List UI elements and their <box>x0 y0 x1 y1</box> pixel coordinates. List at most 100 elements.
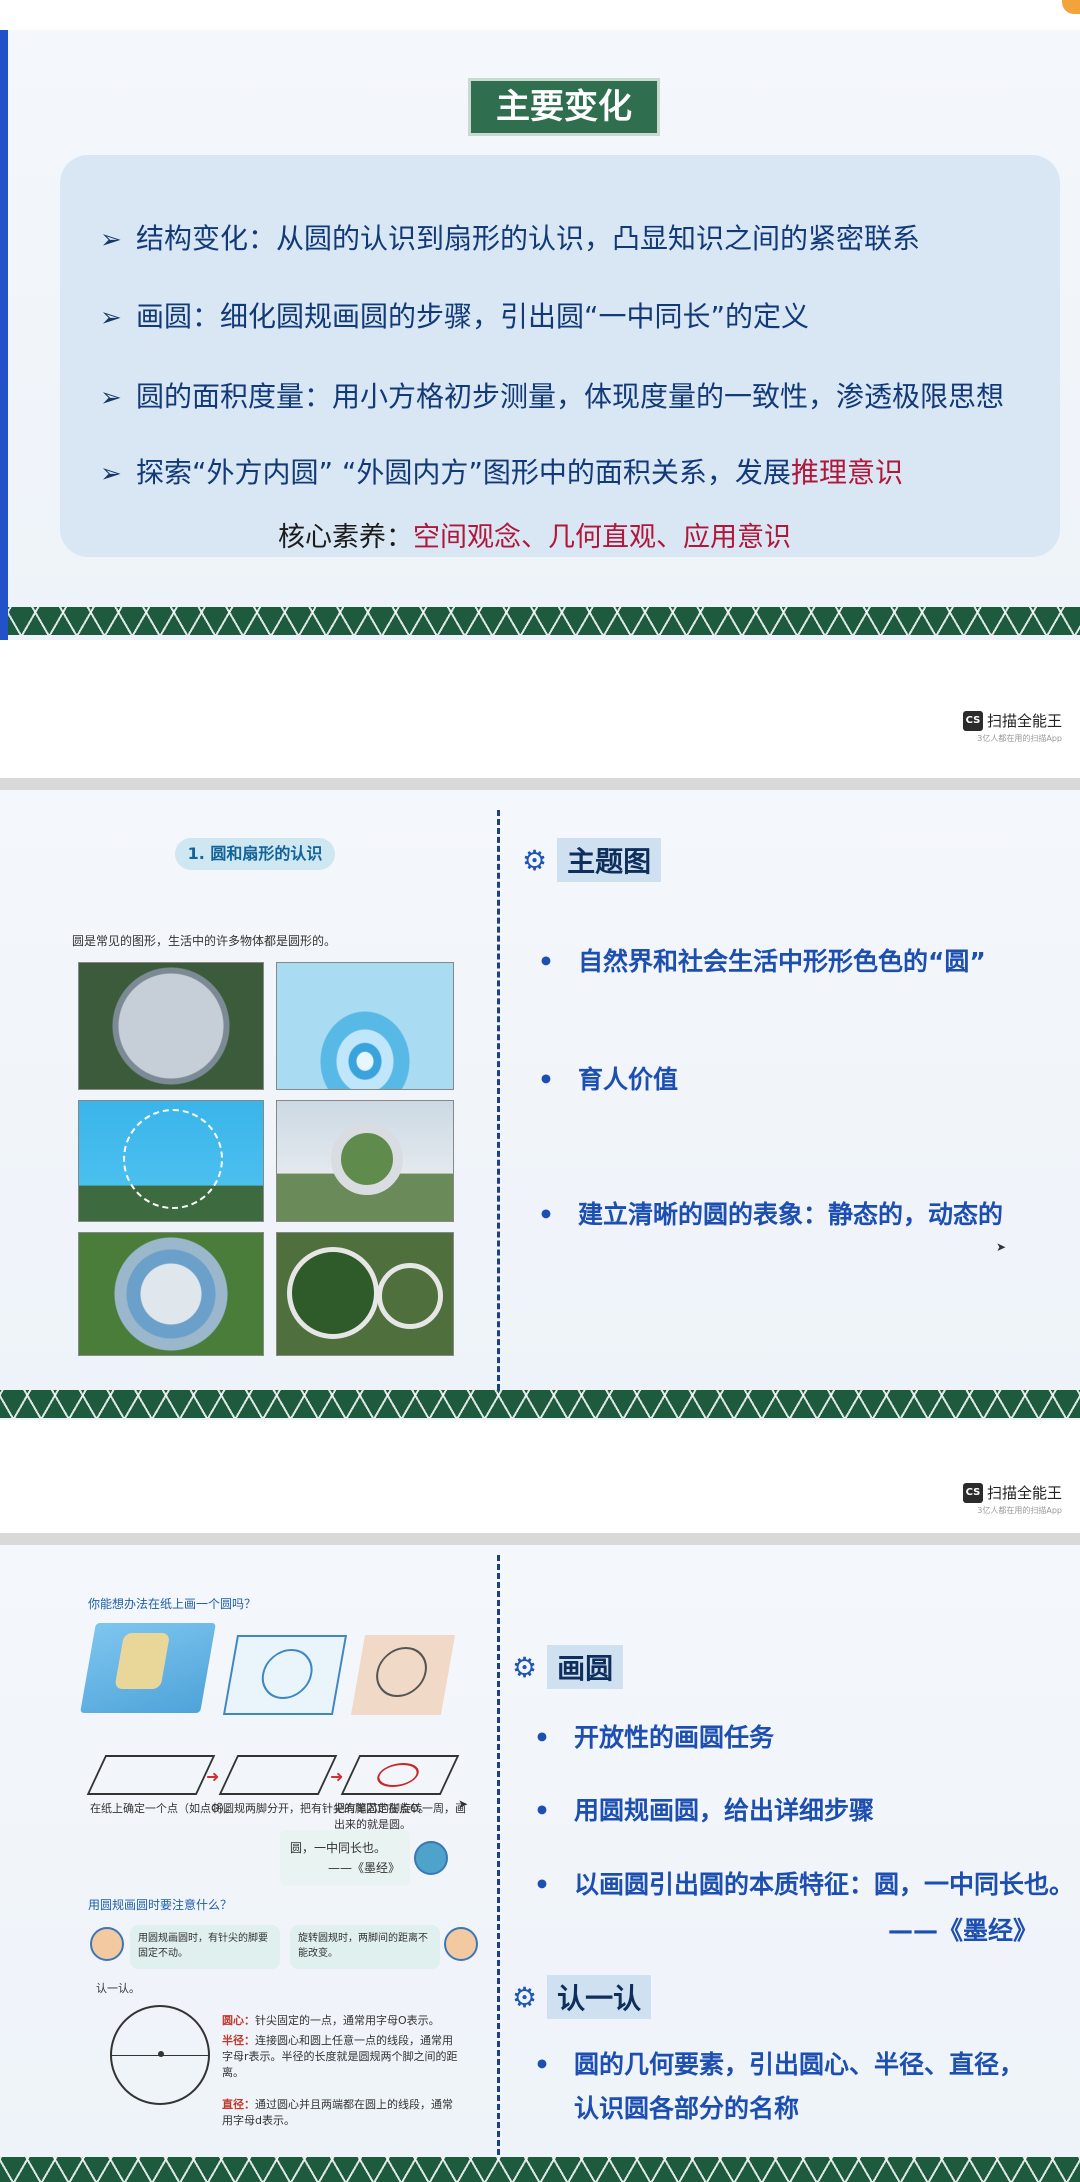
scanner-tagline: 3亿人都在用的扫描App <box>977 1506 1062 1515</box>
slide-theme-picture: 1. 圆和扇形的认识 圆是常见的图形，生活中的许多物体都是圆形的。 ⚙ 主题图 •… <box>0 790 1080 1420</box>
page-separator <box>0 778 1080 790</box>
decorative-band <box>8 607 1080 635</box>
illustration-compass <box>350 1635 456 1715</box>
list-item-text: 育人价值 <box>578 1065 679 1094</box>
arrow-right-icon: ➜ <box>206 1767 220 1786</box>
section-label: 认一认 <box>547 1975 652 2019</box>
photo-moon-gate <box>276 1100 454 1222</box>
bullet-panel: ➢ 结构变化：从圆的认识到扇形的认识，凸显知识之间的紧密联系 ➢ 画圆：细化圆规画圆… <box>60 155 1060 557</box>
speech-bubble-right: 旋转圆规时，两脚间的距离不能改变。 <box>290 1925 440 1969</box>
list-item: • 育人价值 <box>538 1060 678 1096</box>
def-radius-text: 连接圆心和圆上任意一点的线段，通常用字母r表示。半径的长度就是圆规两个脚之间的距… <box>222 2034 458 2079</box>
arrow-bullet-icon: ➢ <box>100 225 122 255</box>
dot-bullet-icon: • <box>538 1200 554 1229</box>
decorative-band <box>0 1390 1080 1418</box>
bullet-text: 结构变化：从圆的认识到扇形的认识，凸显知识之间的紧密联系 <box>136 222 921 255</box>
top-margin <box>0 0 1080 30</box>
photo-water-drop <box>276 962 454 1090</box>
list-item-text-continuation: 认识圆各部分的名称 <box>574 2094 800 2123</box>
scanner-name: 扫描全能王 <box>986 712 1062 730</box>
drawn-circle <box>372 1763 424 1787</box>
slide-title-box: 主要变化 <box>468 78 660 136</box>
step-3-paper <box>340 1755 460 1795</box>
dot-bullet-icon: • <box>538 947 554 976</box>
core-literacy-line: 核心素养：空间观念、几何直观、应用意识 <box>278 515 791 554</box>
scanner-watermark: CS 扫描全能王 3亿人都在用的扫描App <box>962 1482 1062 1516</box>
know-label: 认一认。 <box>96 1982 140 1995</box>
avatar <box>444 1927 478 1961</box>
bullet-draw-circle: ➢ 画圆：细化圆规画圆的步骤，引出圆“一中同长”的定义 <box>100 295 809 335</box>
list-item-text: 用圆规画圆，给出详细步骤 <box>574 1796 875 1825</box>
page-gap: CS 扫描全能王 3亿人都在用的扫描App <box>0 1420 1080 1545</box>
scanner-logo-icon: CS <box>962 710 983 731</box>
quote-source: ——《墨经》 <box>327 1861 400 1875</box>
list-item: • 以画圆引出圆的本质特征：圆，一中同长也。 <box>534 1865 1074 1901</box>
photo-roundabout <box>78 1232 264 1356</box>
scanner-watermark: CS 扫描全能王 3亿人都在用的扫描App <box>962 710 1062 744</box>
dot-bullet-icon: • <box>538 1065 554 1094</box>
list-item-text: 开放性的画圆任务 <box>574 1723 775 1752</box>
slide-draw-circle: 你能想办法在纸上画一个圆吗？ ➜ ➜ 在纸上确定一个点（如点O）。 将圆规两脚分… <box>0 1545 1080 2182</box>
definition-diameter: 直径：通过圆心并且两端都在圆上的线段，通常用字母d表示。 <box>222 2097 462 2129</box>
dot-bullet-icon: • <box>534 1723 550 1752</box>
list-item-text: 圆的几何要素，引出圆心、半径、直径， <box>574 2050 1025 2079</box>
definition-center: 圆心：针尖固定的一点，通常用字母O表示。 <box>222 2013 462 2029</box>
gate-circle <box>331 1123 403 1195</box>
gear-icon: ⚙ <box>512 1650 538 1684</box>
cursor-icon: ➤ <box>458 1797 469 1811</box>
decorative-band <box>0 2157 1080 2182</box>
textbook-caption: 圆是常见的图形，生活中的许多物体都是圆形的。 <box>72 934 337 948</box>
list-item: • 用圆规画圆，给出详细步骤 <box>534 1791 874 1827</box>
illustration-trace-cup <box>80 1623 216 1713</box>
core-label: 核心素养： <box>278 522 413 553</box>
list-item: • 自然界和社会生活中形形色色的“圆” <box>538 942 986 978</box>
scanner-name: 扫描全能王 <box>986 1484 1062 1502</box>
cup-shape <box>114 1633 171 1689</box>
source-line: ——《墨经》 <box>888 1916 1039 1945</box>
def-center-text: 针尖固定的一点，通常用字母O表示。 <box>255 2014 440 2027</box>
photo-ferris-wheel <box>78 1100 264 1222</box>
arrow-bullet-icon: ➢ <box>100 459 122 489</box>
section-draw-circle: ⚙ 画圆 <box>512 1645 624 1689</box>
term-center: 圆心： <box>222 2014 255 2027</box>
gear-icon: ⚙ <box>522 843 548 877</box>
list-item: • 建立清晰的圆的表象：静态的，动态的 <box>538 1195 1003 1231</box>
lid-circle <box>257 1649 317 1699</box>
def-diameter-text: 通过圆心并且两端都在圆上的线段，通常用字母d表示。 <box>222 2098 453 2127</box>
avatar <box>90 1927 124 1961</box>
step-1-paper <box>86 1755 216 1795</box>
bullet-structure: ➢ 结构变化：从圆的认识到扇形的认识，凸显知识之间的紧密联系 <box>100 217 920 257</box>
dot-bullet-icon: • <box>534 1796 550 1825</box>
labelled-circle <box>110 2005 210 2105</box>
garden-circle-small <box>377 1263 443 1329</box>
term-diameter: 直径： <box>222 2098 255 2111</box>
wheel-circle <box>123 1109 223 1209</box>
textbook-page: 1. 圆和扇形的认识 圆是常见的图形，生活中的许多物体都是圆形的。 <box>0 790 495 1390</box>
step-3-text: 把有笔芯的脚旋转一周，画出来的就是圆。 <box>334 1802 466 1831</box>
list-item: • 开放性的画圆任务 <box>534 1718 774 1754</box>
speech-bubble-left: 用圆规画圆时，有针尖的脚要固定不动。 <box>130 1925 280 1969</box>
step-2-paper <box>218 1755 338 1795</box>
list-item-text: 建立清晰的圆的表象：静态的，动态的 <box>578 1200 1004 1229</box>
arrow-bullet-icon: ➢ <box>100 303 122 333</box>
core-values: 空间观念、几何直观、应用意识 <box>413 522 791 553</box>
bullet-area-measure: ➢ 圆的面积度量：用小方格初步测量，体现度量的一致性，渗透极限思想 <box>100 375 1004 415</box>
section-label: 主题图 <box>557 838 662 882</box>
scanned-document-page: 主要变化 ➢ 结构变化：从圆的认识到扇形的认识，凸显知识之间的紧密联系 ➢ 画圆：细… <box>0 0 1080 2182</box>
list-item-text: 自然界和社会生活中形形色色的“圆” <box>578 947 986 976</box>
illustration-trace-lid <box>222 1635 348 1715</box>
dot-bullet-icon: • <box>534 1870 550 1899</box>
bullet-highlight: 推理意识 <box>790 456 903 489</box>
center-point <box>158 2051 164 2057</box>
page-separator <box>0 1533 1080 1545</box>
quote-text: 圆，一中同长也。 <box>290 1841 387 1855</box>
arrow-right-icon: ➜ <box>330 1767 344 1786</box>
quote-box: 圆，一中同长也。 ——《墨经》 <box>280 1830 410 1886</box>
compass-circle <box>372 1647 431 1697</box>
scanner-logo-icon: CS <box>962 1482 983 1503</box>
textbook-lesson-title: 1. 圆和扇形的认识 <box>175 838 335 870</box>
dashed-divider <box>497 810 500 1390</box>
bullet-text: 圆的面积度量：用小方格初步测量，体现度量的一致性，渗透极限思想 <box>136 380 1005 413</box>
slide-title: 主要变化 <box>496 87 632 127</box>
photo-telescope <box>78 962 264 1090</box>
